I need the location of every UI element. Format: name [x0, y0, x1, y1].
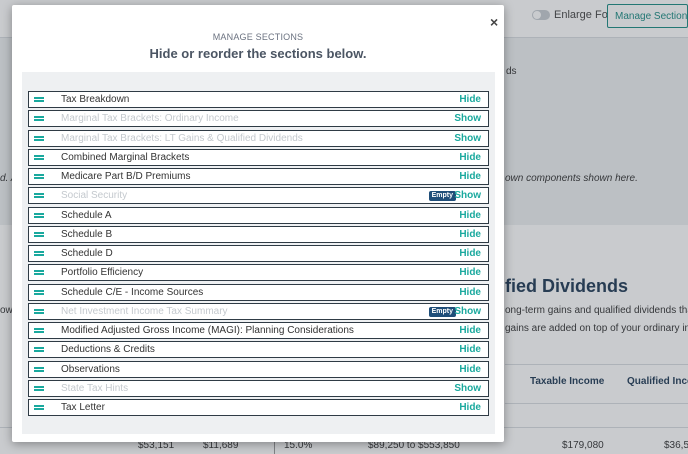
- section-label: Tax Letter: [61, 402, 105, 413]
- show-button[interactable]: Show: [454, 190, 481, 201]
- section-label: Combined Marginal Brackets: [61, 152, 190, 163]
- drag-handle-icon[interactable]: [34, 193, 44, 198]
- section-row[interactable]: Schedule B Hide: [28, 226, 489, 243]
- drag-handle-icon[interactable]: [34, 232, 44, 237]
- empty-badge: Empty: [428, 307, 456, 317]
- hide-button[interactable]: Hide: [459, 344, 481, 355]
- section-label: Tax Breakdown: [61, 94, 130, 105]
- drag-handle-icon[interactable]: [34, 251, 44, 256]
- section-row[interactable]: Modified Adjusted Gross Income (MAGI): P…: [28, 322, 489, 339]
- manage-sections-dialog: × MANAGE SECTIONS Hide or reorder the se…: [12, 5, 504, 442]
- drag-handle-icon[interactable]: [34, 97, 44, 102]
- hide-button[interactable]: Hide: [459, 229, 481, 240]
- hide-button[interactable]: Hide: [459, 325, 481, 336]
- drag-handle-icon[interactable]: [34, 347, 44, 352]
- section-row[interactable]: Combined Marginal Brackets Hide: [28, 149, 489, 166]
- empty-badge: Empty: [428, 191, 456, 201]
- dialog-title: Hide or reorder the sections below.: [149, 46, 367, 61]
- section-label: Deductions & Credits: [61, 344, 155, 355]
- hide-button[interactable]: Hide: [459, 267, 481, 278]
- section-label: Schedule D: [61, 248, 113, 259]
- drag-handle-icon[interactable]: [34, 405, 44, 410]
- show-button[interactable]: Show: [454, 383, 481, 394]
- section-row[interactable]: Medicare Part B/D Premiums Hide: [28, 168, 489, 185]
- close-icon[interactable]: ×: [490, 14, 498, 30]
- hide-button[interactable]: Hide: [459, 210, 481, 221]
- hide-button[interactable]: Hide: [459, 94, 481, 105]
- section-label: State Tax Hints: [61, 383, 129, 394]
- drag-handle-icon[interactable]: [34, 136, 44, 141]
- hide-button[interactable]: Hide: [459, 364, 481, 375]
- section-label: Schedule A: [61, 210, 112, 221]
- hide-button[interactable]: Hide: [459, 402, 481, 413]
- section-row[interactable]: Portfolio Efficiency Hide: [28, 264, 489, 281]
- drag-handle-icon[interactable]: [34, 290, 44, 295]
- section-label: Net Investment Income Tax Summary: [61, 306, 228, 317]
- drag-handle-icon[interactable]: [34, 309, 44, 314]
- section-row[interactable]: Schedule C/E - Income Sources Hide: [28, 284, 489, 301]
- section-row[interactable]: Schedule A Hide: [28, 207, 489, 224]
- section-row[interactable]: Observations Hide: [28, 361, 489, 378]
- hide-button[interactable]: Hide: [459, 287, 481, 298]
- show-button[interactable]: Show: [454, 113, 481, 124]
- section-row[interactable]: Tax Breakdown Hide: [28, 91, 489, 108]
- section-label: Schedule B: [61, 229, 113, 240]
- section-row[interactable]: Marginal Tax Brackets: LT Gains & Qualif…: [28, 130, 489, 147]
- hide-button[interactable]: Hide: [459, 248, 481, 259]
- section-row[interactable]: Tax Letter Hide: [28, 399, 489, 416]
- section-row[interactable]: Schedule D Hide: [28, 245, 489, 262]
- hide-button[interactable]: Hide: [459, 152, 481, 163]
- section-label: Marginal Tax Brackets: Ordinary Income: [61, 113, 239, 124]
- hide-button[interactable]: Hide: [459, 171, 481, 182]
- show-button[interactable]: Show: [454, 133, 481, 144]
- section-label: Marginal Tax Brackets: LT Gains & Qualif…: [61, 133, 303, 144]
- drag-handle-icon[interactable]: [34, 213, 44, 218]
- drag-handle-icon[interactable]: [34, 174, 44, 179]
- drag-handle-icon[interactable]: [34, 386, 44, 391]
- section-label: Modified Adjusted Gross Income (MAGI): P…: [61, 325, 354, 336]
- section-row[interactable]: Deductions & Credits Hide: [28, 341, 489, 358]
- section-row[interactable]: Marginal Tax Brackets: Ordinary Income Sh…: [28, 110, 489, 127]
- section-label: Schedule C/E - Income Sources: [61, 287, 204, 298]
- show-button[interactable]: Show: [454, 306, 481, 317]
- drag-handle-icon[interactable]: [34, 270, 44, 275]
- section-label: Social Security: [61, 190, 128, 201]
- drag-handle-icon[interactable]: [34, 116, 44, 121]
- section-label: Observations: [61, 364, 120, 375]
- section-row[interactable]: Net Investment Income Tax Summary Empty Sh…: [28, 303, 489, 320]
- section-row[interactable]: Social Security Empty Show: [28, 187, 489, 204]
- drag-handle-icon[interactable]: [34, 155, 44, 160]
- section-label: Medicare Part B/D Premiums: [61, 171, 191, 182]
- section-label: Portfolio Efficiency: [61, 267, 144, 278]
- drag-handle-icon[interactable]: [34, 328, 44, 333]
- section-row[interactable]: State Tax Hints Show: [28, 380, 489, 397]
- drag-handle-icon[interactable]: [34, 367, 44, 372]
- dialog-eyebrow: MANAGE SECTIONS: [212, 32, 304, 42]
